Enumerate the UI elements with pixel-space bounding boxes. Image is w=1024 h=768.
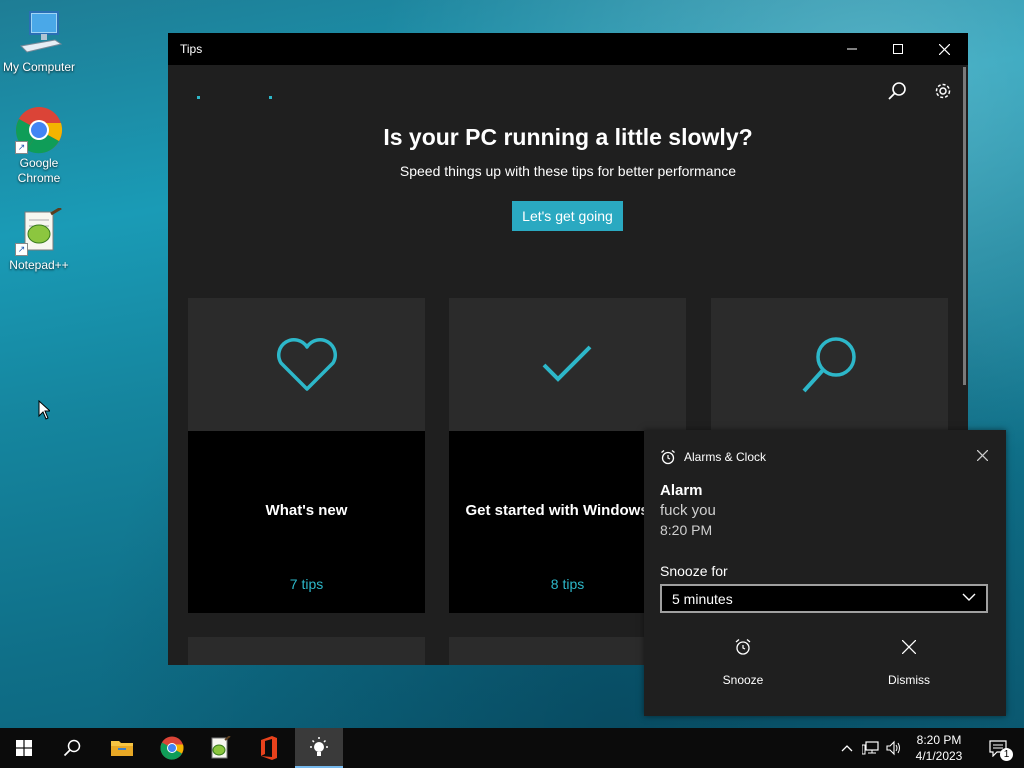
taskbar-notepadpp[interactable] xyxy=(196,728,244,768)
taskbar-office[interactable] xyxy=(245,728,293,768)
card-art xyxy=(449,298,686,431)
heart-icon xyxy=(276,337,337,391)
notepadpp-icon: ↗ xyxy=(15,206,63,256)
office-icon xyxy=(261,736,277,760)
clock-date: 4/1/2023 xyxy=(915,749,963,763)
notification-title: Alarm xyxy=(660,482,703,499)
desktop-icon-notepadpp[interactable]: ↗ Notepad++ xyxy=(1,206,77,273)
notification-close-button[interactable] xyxy=(976,448,989,466)
snooze-button[interactable]: Snooze xyxy=(668,635,818,687)
alarm-clock-icon xyxy=(661,449,675,465)
computer-icon xyxy=(15,10,63,58)
chevron-up-icon xyxy=(841,745,853,752)
card-art xyxy=(188,298,425,431)
taskbar-chrome[interactable] xyxy=(148,728,196,768)
taskbar: 8:20 PM 4/1/2023 1 xyxy=(0,728,1024,768)
chrome-icon xyxy=(160,736,184,760)
settings-button[interactable] xyxy=(923,71,963,111)
file-explorer-icon xyxy=(111,741,133,756)
taskbar-file-explorer[interactable] xyxy=(98,728,146,768)
maximize-button[interactable] xyxy=(875,33,921,65)
desktop-icon-google-chrome[interactable]: ↗ Google Chrome xyxy=(1,106,77,186)
snooze-duration-value: 5 minutes xyxy=(672,590,733,607)
search-icon xyxy=(802,336,856,392)
gear-icon xyxy=(935,83,951,99)
page-dot[interactable] xyxy=(197,96,200,99)
search-icon xyxy=(63,739,81,757)
tip-card-partial[interactable] xyxy=(188,637,425,665)
card-body: What's new 7 tips xyxy=(188,431,425,613)
checkmark-icon xyxy=(542,345,591,382)
desktop-icon-label: Notepad++ xyxy=(9,258,69,272)
tips-icon xyxy=(310,737,328,756)
network-button[interactable] xyxy=(860,728,882,768)
hero-title: Is your PC running a little slowly? xyxy=(383,124,753,150)
alarm-clock-icon xyxy=(735,639,751,655)
card-title: What's new xyxy=(265,502,348,519)
lets-get-going-button[interactable]: Let's get going xyxy=(512,201,623,231)
close-button[interactable] xyxy=(921,33,967,65)
dismiss-button[interactable]: Dismiss xyxy=(834,635,984,687)
page-dot[interactable] xyxy=(269,96,272,99)
dismiss-label-text: Dismiss xyxy=(888,673,930,687)
clock-time: 8:20 PM xyxy=(916,733,962,747)
card-tip-count: 7 tips xyxy=(289,576,324,592)
taskbar-tips[interactable] xyxy=(295,728,343,768)
maximize-icon xyxy=(893,44,903,54)
scrollbar[interactable] xyxy=(963,67,966,385)
shortcut-arrow-icon: ↗ xyxy=(15,141,28,154)
close-icon xyxy=(938,43,950,55)
minimize-button[interactable] xyxy=(829,33,875,65)
chevron-down-icon xyxy=(962,593,976,601)
alarm-notification: Alarms & Clock Alarm fuck you 8:20 PM Sn… xyxy=(644,430,1006,716)
search-button[interactable] xyxy=(877,71,917,111)
notification-count-badge: 1 xyxy=(1000,748,1013,761)
desktop-icon-label: Google Chrome xyxy=(17,156,61,185)
desktop-icon-my-computer[interactable]: My Computer xyxy=(1,10,77,75)
action-center-button[interactable]: 1 xyxy=(978,728,1018,768)
card-art xyxy=(711,298,948,431)
taskbar-clock[interactable]: 8:20 PM 4/1/2023 xyxy=(906,732,972,764)
shortcut-arrow-icon: ↗ xyxy=(15,243,28,256)
notification-message: fuck you xyxy=(660,502,716,519)
notification-app-header: Alarms & Clock xyxy=(660,449,766,465)
chrome-icon: ↗ xyxy=(15,106,63,154)
snooze-label-text: Snooze xyxy=(722,673,764,687)
hero-subtitle: Speed things up with these tips for bett… xyxy=(399,163,737,179)
start-icon xyxy=(16,740,32,756)
notepadpp-icon xyxy=(211,736,231,759)
volume-button[interactable] xyxy=(884,728,904,768)
speaker-icon xyxy=(886,740,900,756)
close-icon xyxy=(902,640,916,654)
start-button[interactable] xyxy=(0,728,48,768)
search-icon xyxy=(888,82,906,100)
snooze-label: Snooze for xyxy=(660,563,728,579)
taskbar-search-button[interactable] xyxy=(48,728,96,768)
tip-card-whats-new[interactable]: What's new 7 tips xyxy=(188,298,425,613)
title-bar[interactable]: Tips xyxy=(168,33,968,65)
desktop-icon-label: My Computer xyxy=(2,60,76,74)
show-hidden-icons-button[interactable] xyxy=(838,728,856,768)
notification-app-name: Alarms & Clock xyxy=(684,450,767,464)
minimize-icon xyxy=(847,48,857,50)
snooze-duration-select[interactable]: 5 minutes xyxy=(660,584,988,613)
close-icon xyxy=(976,449,989,462)
window-title: Tips xyxy=(180,42,203,56)
mouse-cursor-icon xyxy=(38,399,52,425)
network-icon xyxy=(862,741,879,755)
notification-time: 8:20 PM xyxy=(660,522,713,538)
